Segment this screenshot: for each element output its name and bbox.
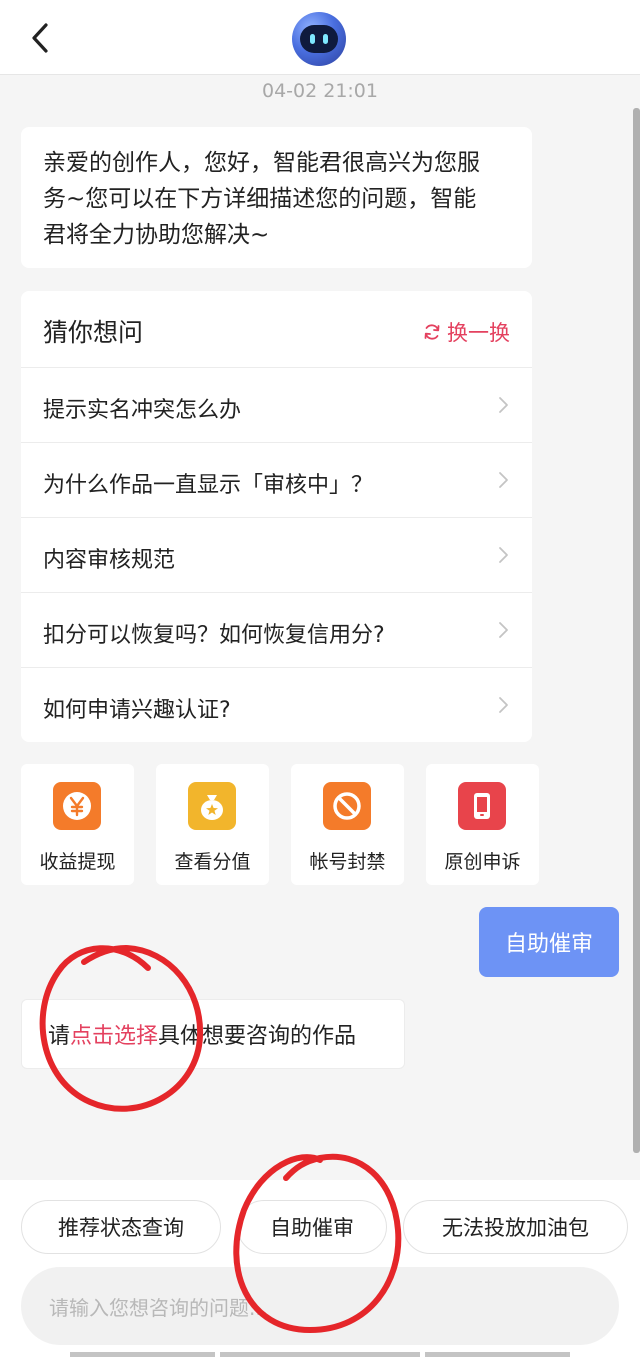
question-input[interactable]: 请输入您想咨询的问题... [21, 1267, 619, 1345]
top-bar [0, 0, 640, 75]
bottom-panel: 推荐状态查询 自助催审 无法投放加油包 请输入您想咨询的问题... [0, 1180, 640, 1360]
ban-icon [323, 782, 371, 830]
greeting-line: 务~您可以在下方详细描述您的问题，智能 [43, 186, 477, 212]
tile-label: 原创申诉 [444, 851, 521, 873]
chip-boost-pack[interactable]: 无法投放加油包 [403, 1200, 628, 1254]
refresh-icon [424, 324, 440, 340]
chevron-right-icon [499, 622, 508, 638]
scrollbar[interactable] [633, 108, 640, 1153]
home-indicator [425, 1352, 570, 1357]
money-bag-icon [188, 782, 236, 830]
faq-title: 猜你想问 [43, 318, 144, 347]
faq-item[interactable]: 如何申请兴趣认证? [21, 668, 532, 742]
home-indicator [220, 1352, 420, 1357]
select-works-link[interactable]: 点击选择 [70, 1018, 158, 1050]
refresh-label: 换一换 [447, 321, 510, 345]
prompt-prefix: 请 [48, 1024, 71, 1049]
tile-original-appeal[interactable]: 原创申诉 [426, 764, 539, 885]
chevron-right-icon [499, 397, 508, 413]
faq-header: 猜你想问 换一换 [21, 291, 532, 368]
robot-avatar-icon [292, 12, 346, 66]
greeting-line: 君将全力协助您解决~ [43, 222, 270, 248]
chevron-left-icon [32, 23, 48, 53]
faq-item-label: 为什么作品一直显示「审核中」？ [43, 473, 374, 498]
tile-label: 收益提现 [39, 851, 116, 873]
faq-item-label: 扣分可以恢复吗？如何恢复信用分? [43, 623, 385, 648]
faq-card: 猜你想问 换一换 提示实名冲突怎么办 为什么作品一直显示「审核中」？ 内容审核规… [21, 291, 532, 742]
tile-withdraw-earnings[interactable]: 收益提现 [21, 764, 134, 885]
faq-item[interactable]: 内容审核规范 [21, 518, 532, 593]
select-works-prompt: 请点击选择 具体想要咨询的作品 [21, 999, 405, 1069]
tile-label: 查看分值 [174, 851, 251, 873]
chevron-right-icon [499, 697, 508, 713]
phone-icon [458, 782, 506, 830]
tile-view-score[interactable]: 查看分值 [156, 764, 269, 885]
greeting-line: 亲爱的创作人，您好，智能君很高兴为您服 [43, 150, 480, 176]
refresh-button[interactable]: 换一换 [423, 317, 510, 347]
home-indicator [70, 1352, 215, 1357]
tile-account-ban[interactable]: 帐号封禁 [291, 764, 404, 885]
greeting-bubble: 亲爱的创作人，您好，智能君很高兴为您服 务~您可以在下方详细描述您的问题，智能 … [21, 127, 532, 268]
tile-label: 帐号封禁 [309, 851, 386, 873]
chip-recommend-status[interactable]: 推荐状态查询 [21, 1200, 221, 1254]
yen-icon [53, 782, 101, 830]
user-message-bubble: 自助催审 [479, 907, 619, 977]
faq-item-label: 如何申请兴趣认证? [43, 698, 231, 723]
chevron-right-icon [499, 547, 508, 563]
faq-item-label: 提示实名冲突怎么办 [43, 398, 242, 423]
back-button[interactable] [22, 16, 58, 60]
faq-item[interactable]: 扣分可以恢复吗？如何恢复信用分? [21, 593, 532, 668]
message-timestamp: 04-02 21:01 [261, 80, 378, 102]
chip-self-urge-review[interactable]: 自助催审 [237, 1200, 387, 1254]
faq-item[interactable]: 为什么作品一直显示「审核中」？ [21, 443, 532, 518]
prompt-suffix: 具体想要咨询的作品 [158, 1024, 357, 1049]
faq-item[interactable]: 提示实名冲突怎么办 [21, 368, 532, 443]
faq-item-label: 内容审核规范 [43, 548, 176, 573]
chevron-right-icon [499, 472, 508, 488]
